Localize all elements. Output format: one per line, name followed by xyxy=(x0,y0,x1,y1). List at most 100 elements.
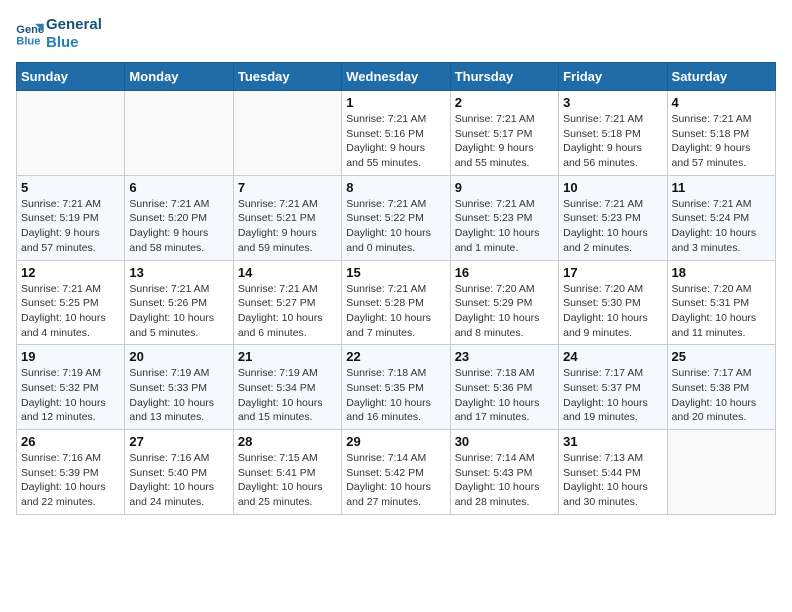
calendar-cell: 5 Sunrise: 7:21 AM Sunset: 5:19 PM Daylig… xyxy=(17,175,125,260)
day-number: 11 xyxy=(672,180,771,195)
day-info: Sunrise: 7:21 AM Sunset: 5:22 PM Dayligh… xyxy=(346,197,445,256)
day-number: 13 xyxy=(129,265,228,280)
day-info: Sunrise: 7:20 AM Sunset: 5:29 PM Dayligh… xyxy=(455,282,554,341)
day-number: 23 xyxy=(455,349,554,364)
day-info: Sunrise: 7:21 AM Sunset: 5:21 PM Dayligh… xyxy=(238,197,337,256)
weekday-header-friday: Friday xyxy=(559,63,667,91)
day-number: 14 xyxy=(238,265,337,280)
day-number: 7 xyxy=(238,180,337,195)
day-info: Sunrise: 7:18 AM Sunset: 5:36 PM Dayligh… xyxy=(455,366,554,425)
day-number: 30 xyxy=(455,434,554,449)
weekday-header-wednesday: Wednesday xyxy=(342,63,450,91)
day-number: 16 xyxy=(455,265,554,280)
day-number: 12 xyxy=(21,265,120,280)
day-number: 10 xyxy=(563,180,662,195)
calendar-cell xyxy=(233,91,341,176)
day-number: 19 xyxy=(21,349,120,364)
weekday-header-sunday: Sunday xyxy=(17,63,125,91)
day-number: 5 xyxy=(21,180,120,195)
calendar-cell: 8 Sunrise: 7:21 AM Sunset: 5:22 PM Daylig… xyxy=(342,175,450,260)
day-number: 21 xyxy=(238,349,337,364)
day-number: 25 xyxy=(672,349,771,364)
day-info: Sunrise: 7:14 AM Sunset: 5:43 PM Dayligh… xyxy=(455,451,554,510)
week-row-1: 1Sunrise: 7:21 AM Sunset: 5:16 PM Daylig… xyxy=(17,91,776,176)
week-row-3: 12 Sunrise: 7:21 AM Sunset: 5:25 PM Dayli… xyxy=(17,260,776,345)
weekday-header-monday: Monday xyxy=(125,63,233,91)
day-info: Sunrise: 7:17 AM Sunset: 5:37 PM Dayligh… xyxy=(563,366,662,425)
calendar-cell: 20 Sunrise: 7:19 AM Sunset: 5:33 PM Dayli… xyxy=(125,345,233,430)
day-number: 2 xyxy=(455,95,554,110)
day-info: Sunrise: 7:21 AM Sunset: 5:17 PM Dayligh… xyxy=(455,112,554,171)
day-number: 27 xyxy=(129,434,228,449)
logo: General Blue General Blue xyxy=(16,16,102,52)
calendar-cell: 15 Sunrise: 7:21 AM Sunset: 5:28 PM Dayli… xyxy=(342,260,450,345)
calendar-cell: 30 Sunrise: 7:14 AM Sunset: 5:43 PM Dayli… xyxy=(450,430,558,515)
day-number: 4 xyxy=(672,95,771,110)
calendar-cell: 10 Sunrise: 7:21 AM Sunset: 5:23 PM Dayli… xyxy=(559,175,667,260)
week-row-4: 19 Sunrise: 7:19 AM Sunset: 5:32 PM Dayli… xyxy=(17,345,776,430)
calendar-cell: 14 Sunrise: 7:21 AM Sunset: 5:27 PM Dayli… xyxy=(233,260,341,345)
week-row-2: 5 Sunrise: 7:21 AM Sunset: 5:19 PM Daylig… xyxy=(17,175,776,260)
day-info: Sunrise: 7:21 AM Sunset: 5:16 PM Dayligh… xyxy=(346,112,445,171)
calendar-cell: 11 Sunrise: 7:21 AM Sunset: 5:24 PM Dayli… xyxy=(667,175,775,260)
day-number: 9 xyxy=(455,180,554,195)
calendar-cell: 12 Sunrise: 7:21 AM Sunset: 5:25 PM Dayli… xyxy=(17,260,125,345)
day-info: Sunrise: 7:21 AM Sunset: 5:20 PM Dayligh… xyxy=(129,197,228,256)
day-number: 8 xyxy=(346,180,445,195)
calendar-cell: 21Sunrise: 7:19 AM Sunset: 5:34 PM Dayli… xyxy=(233,345,341,430)
calendar-cell: 3 Sunrise: 7:21 AM Sunset: 5:18 PM Daylig… xyxy=(559,91,667,176)
day-number: 6 xyxy=(129,180,228,195)
day-info: Sunrise: 7:14 AM Sunset: 5:42 PM Dayligh… xyxy=(346,451,445,510)
weekday-header-saturday: Saturday xyxy=(667,63,775,91)
calendar-cell: 16 Sunrise: 7:20 AM Sunset: 5:29 PM Dayli… xyxy=(450,260,558,345)
calendar-cell: 19 Sunrise: 7:19 AM Sunset: 5:32 PM Dayli… xyxy=(17,345,125,430)
calendar-cell: 24 Sunrise: 7:17 AM Sunset: 5:37 PM Dayli… xyxy=(559,345,667,430)
day-info: Sunrise: 7:19 AM Sunset: 5:33 PM Dayligh… xyxy=(129,366,228,425)
calendar-cell: 22 Sunrise: 7:18 AM Sunset: 5:35 PM Dayli… xyxy=(342,345,450,430)
day-info: Sunrise: 7:18 AM Sunset: 5:35 PM Dayligh… xyxy=(346,366,445,425)
logo-blue: Blue xyxy=(46,34,102,52)
day-info: Sunrise: 7:19 AM Sunset: 5:32 PM Dayligh… xyxy=(21,366,120,425)
day-number: 20 xyxy=(129,349,228,364)
day-number: 29 xyxy=(346,434,445,449)
calendar-cell: 7 Sunrise: 7:21 AM Sunset: 5:21 PM Daylig… xyxy=(233,175,341,260)
day-info: Sunrise: 7:20 AM Sunset: 5:30 PM Dayligh… xyxy=(563,282,662,341)
calendar-cell: 13Sunrise: 7:21 AM Sunset: 5:26 PM Dayli… xyxy=(125,260,233,345)
day-info: Sunrise: 7:21 AM Sunset: 5:24 PM Dayligh… xyxy=(672,197,771,256)
day-info: Sunrise: 7:21 AM Sunset: 5:18 PM Dayligh… xyxy=(563,112,662,171)
day-number: 28 xyxy=(238,434,337,449)
day-info: Sunrise: 7:16 AM Sunset: 5:39 PM Dayligh… xyxy=(21,451,120,510)
calendar-cell: 6 Sunrise: 7:21 AM Sunset: 5:20 PM Daylig… xyxy=(125,175,233,260)
page-header: General Blue General Blue xyxy=(16,16,776,52)
calendar-cell: 9 Sunrise: 7:21 AM Sunset: 5:23 PM Daylig… xyxy=(450,175,558,260)
day-number: 24 xyxy=(563,349,662,364)
day-number: 31 xyxy=(563,434,662,449)
day-info: Sunrise: 7:21 AM Sunset: 5:18 PM Dayligh… xyxy=(672,112,771,171)
day-number: 26 xyxy=(21,434,120,449)
day-number: 3 xyxy=(563,95,662,110)
day-info: Sunrise: 7:17 AM Sunset: 5:38 PM Dayligh… xyxy=(672,366,771,425)
week-row-5: 26 Sunrise: 7:16 AM Sunset: 5:39 PM Dayli… xyxy=(17,430,776,515)
calendar-cell: 1Sunrise: 7:21 AM Sunset: 5:16 PM Daylig… xyxy=(342,91,450,176)
calendar-cell: 25 Sunrise: 7:17 AM Sunset: 5:38 PM Dayli… xyxy=(667,345,775,430)
day-number: 22 xyxy=(346,349,445,364)
day-info: Sunrise: 7:21 AM Sunset: 5:19 PM Dayligh… xyxy=(21,197,120,256)
day-info: Sunrise: 7:21 AM Sunset: 5:28 PM Dayligh… xyxy=(346,282,445,341)
weekday-header-tuesday: Tuesday xyxy=(233,63,341,91)
day-number: 18 xyxy=(672,265,771,280)
day-info: Sunrise: 7:20 AM Sunset: 5:31 PM Dayligh… xyxy=(672,282,771,341)
logo-icon: General Blue xyxy=(16,22,44,46)
day-info: Sunrise: 7:21 AM Sunset: 5:23 PM Dayligh… xyxy=(563,197,662,256)
day-info: Sunrise: 7:21 AM Sunset: 5:27 PM Dayligh… xyxy=(238,282,337,341)
calendar-cell: 23 Sunrise: 7:18 AM Sunset: 5:36 PM Dayli… xyxy=(450,345,558,430)
svg-text:Blue: Blue xyxy=(16,35,40,46)
day-info: Sunrise: 7:15 AM Sunset: 5:41 PM Dayligh… xyxy=(238,451,337,510)
day-number: 15 xyxy=(346,265,445,280)
day-info: Sunrise: 7:21 AM Sunset: 5:23 PM Dayligh… xyxy=(455,197,554,256)
calendar-cell xyxy=(125,91,233,176)
calendar-cell xyxy=(17,91,125,176)
calendar-cell: 29 Sunrise: 7:14 AM Sunset: 5:42 PM Dayli… xyxy=(342,430,450,515)
calendar-cell: 28 Sunrise: 7:15 AM Sunset: 5:41 PM Dayli… xyxy=(233,430,341,515)
calendar-cell: 18 Sunrise: 7:20 AM Sunset: 5:31 PM Dayli… xyxy=(667,260,775,345)
day-info: Sunrise: 7:21 AM Sunset: 5:25 PM Dayligh… xyxy=(21,282,120,341)
